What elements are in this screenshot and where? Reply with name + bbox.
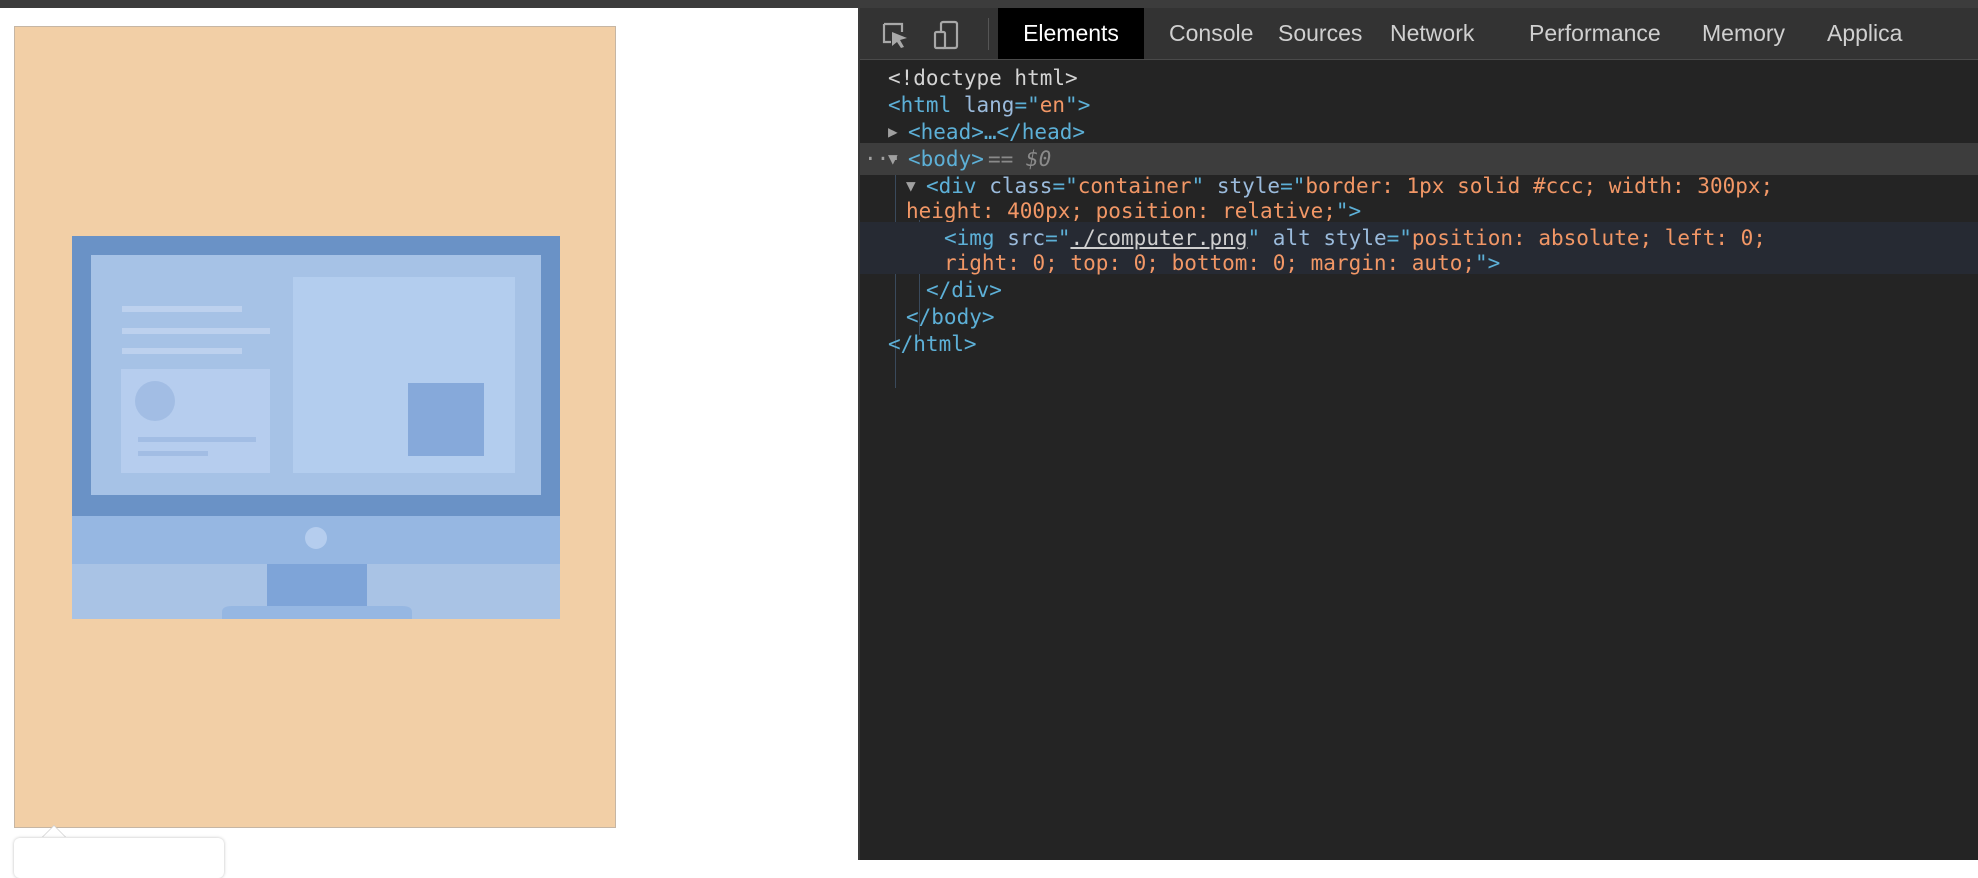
img-open-end: > [1487, 251, 1501, 275]
html-lang-value: en [1039, 93, 1066, 117]
inspect-element-icon[interactable] [880, 20, 910, 50]
tab-performance[interactable]: Performance [1529, 8, 1661, 59]
dom-line-html-close[interactable]: </html> [860, 328, 1978, 360]
html-close-tag: </html> [888, 332, 977, 356]
page-preview [0, 8, 858, 878]
tab-console[interactable]: Console [1169, 8, 1253, 59]
devtools-toolbar: Elements Console Sources Network Perform… [860, 8, 1978, 60]
window-top-bar [0, 0, 1978, 8]
tooltip-arrow [42, 826, 66, 838]
tab-sources[interactable]: Sources [1278, 8, 1362, 59]
html-lang-attr: lang [963, 93, 1015, 117]
tooltip-box [14, 838, 224, 878]
container-div[interactable] [14, 26, 616, 828]
tab-application[interactable]: Applica [1827, 8, 1902, 59]
div-open-end: > [1348, 199, 1362, 223]
html-open-tag: <html [888, 93, 952, 117]
computer-image[interactable] [72, 236, 560, 619]
tab-memory[interactable]: Memory [1702, 8, 1785, 59]
devtools-panel: Elements Console Sources Network Perform… [858, 8, 1978, 860]
device-toolbar-icon[interactable] [932, 20, 962, 50]
dom-tree: <!doctype html> <html lang="en"> ▶ <head… [860, 60, 1978, 860]
toolbar-divider [988, 18, 989, 50]
div-style-value-2: height: 400px; position: relative; [906, 199, 1336, 223]
dom-line-img[interactable]: <img src="./computer.png" alt style="pos… [860, 222, 1978, 275]
tab-network[interactable]: Network [1390, 8, 1474, 59]
html-open-end: > [1077, 93, 1091, 117]
img-style-value-2: right: 0; top: 0; bottom: 0; margin: aut… [944, 251, 1476, 275]
tab-elements[interactable]: Elements [998, 8, 1144, 59]
